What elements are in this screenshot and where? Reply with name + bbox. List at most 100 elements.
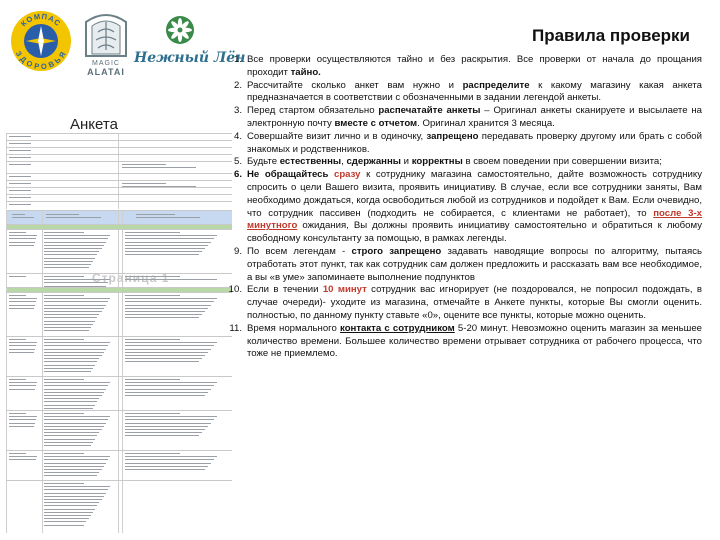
- thumbnail-cell-border: [6, 377, 7, 411]
- thumbnail-text-line: [9, 419, 36, 421]
- rule-number: 2.: [233, 79, 242, 91]
- thumbnail-text-line: [125, 391, 208, 393]
- thumbnail-cell-border: [122, 451, 123, 481]
- rule-number: 5.: [233, 156, 242, 168]
- thumbnail-text-line: [44, 515, 91, 516]
- rule-text-segment: контакта с сотрудником: [340, 322, 455, 334]
- thumbnail-text-line: [125, 422, 211, 424]
- thumbnail-text-line: [9, 453, 26, 454]
- thumbnail-text-line: [122, 164, 166, 165]
- rule-number: 1.: [233, 54, 242, 65]
- thumbnail-text-line: [44, 469, 102, 470]
- rule-text-segment: Время нормального: [247, 322, 341, 334]
- thumbnail-text-line: [9, 232, 26, 233]
- thumbnail-text-line: [44, 416, 111, 418]
- thumbnail-text-line: [125, 382, 217, 384]
- thumbnail-text-line: [44, 264, 91, 265]
- thumbnail-text-line: [44, 311, 102, 312]
- thumbnail-text-line: [44, 298, 111, 300]
- thumbnail-text-line: [125, 453, 180, 454]
- rule-item: 4. Совершайте визит лично и в одиночку, з…: [226, 131, 702, 157]
- thumbnail-text-line: [44, 453, 84, 454]
- thumbnail-text-line: [44, 327, 91, 328]
- rule-number: 9.: [233, 245, 242, 257]
- thumbnail-text-line: [9, 157, 31, 158]
- thumbnail-text-line: [125, 413, 180, 414]
- rule-text-segment: в своем поведении при совершении визита;: [462, 156, 662, 168]
- thumbnail-text-line: [44, 345, 109, 347]
- thumbnail-text-line: [125, 295, 180, 296]
- thumbnail-text-line: [44, 364, 96, 366]
- thumbnail-text-line: [44, 499, 102, 500]
- thumbnail-text-line: [125, 314, 202, 316]
- thumbnail-cell-border: [42, 230, 43, 274]
- thumbnail-text-line: [9, 425, 34, 427]
- thumbnail-text-line: [44, 518, 89, 520]
- thumbnail-cell-border: [6, 230, 7, 274]
- thumbnail-text-line: [125, 235, 217, 237]
- thumbnail-cell-border: [42, 411, 43, 451]
- thumbnail-text-line: [125, 317, 199, 319]
- thumbnail-text-line: [125, 276, 180, 277]
- thumbnail-cell-border: [118, 411, 119, 451]
- thumbnail-text-line: [122, 183, 166, 184]
- thumbnail-text-line: [9, 379, 26, 380]
- thumbnail-text-line: [125, 339, 180, 340]
- thumbnail-text-line: [44, 257, 96, 259]
- thumbnail-text-line: [9, 164, 31, 165]
- thumbnail-row: [6, 292, 232, 337]
- thumbnail-text-line: [9, 176, 31, 177]
- thumbnail-text-line: [9, 456, 37, 458]
- thumbnail-text-line: [44, 339, 84, 340]
- thumbnail-text-line: [125, 419, 214, 421]
- kompas-logo-graphic: КОМПАС ЗДОРОВЬЯ: [11, 11, 71, 71]
- thumbnail-text-line: [44, 475, 98, 477]
- rule-item: 3. Перед стартом обязательно распечатайте…: [226, 105, 702, 131]
- thumbnail-text-line: [44, 404, 96, 406]
- thumbnail-text-line: [44, 295, 84, 296]
- thumbnail-text-line: [44, 465, 104, 467]
- thumbnail-text-line: [9, 276, 26, 277]
- thumbnail-text-line: [125, 355, 205, 356]
- thumbnail-cell-border: [118, 337, 119, 377]
- len-logo-text: Нежный Лён: [134, 50, 246, 66]
- thumbnail-text-line: [125, 351, 208, 353]
- thumbnail-text-line: [9, 345, 36, 347]
- thumbnail-text-line: [44, 429, 102, 430]
- thumbnail-text-line: [44, 395, 102, 396]
- thumbnail-text-line: [44, 301, 109, 303]
- thumbnail-text-line: [12, 214, 26, 215]
- thumbnail-text-line: [125, 416, 217, 418]
- thumbnail-text-line: [44, 254, 98, 256]
- page-title: Правила проверки: [532, 26, 690, 45]
- rule-text-segment: Не обращайтесь: [247, 169, 334, 181]
- thumbnail-text-line: [44, 432, 100, 434]
- thumbnail-text-line: [9, 295, 26, 296]
- thumbnail-text-line: [125, 388, 211, 390]
- thumbnail-text-line: [44, 459, 109, 461]
- thumbnail-row: [6, 450, 232, 481]
- thumbnail-text-line: [44, 276, 84, 277]
- flax-flower-icon: [166, 16, 194, 44]
- thumbnail-text-line: [125, 358, 202, 360]
- thumbnail-cell-border: [6, 481, 7, 533]
- thumbnail-text-line: [44, 486, 111, 488]
- thumbnail-text-line: [44, 367, 93, 369]
- thumbnail-text-line: [9, 241, 35, 243]
- thumbnail-text-line: [9, 244, 34, 246]
- thumbnail-text-line: [125, 435, 199, 437]
- thumbnail-text-line: [125, 238, 214, 240]
- thumbnail-text-line: [44, 472, 100, 474]
- thumbnail-text-line: [44, 235, 111, 237]
- rule-text-segment: Совершайте визит лично и в одиночку,: [247, 130, 427, 142]
- thumbnail-text-line: [44, 244, 104, 246]
- thumbnail-cell-border: [6, 337, 7, 377]
- thumbnail-text-line: [125, 304, 211, 306]
- thumbnail-text-line: [44, 251, 100, 253]
- thumbnail-cell-border: [118, 202, 119, 209]
- thumbnail-text-line: [44, 330, 89, 332]
- magic-alatai-logo: MAGIC ALATAI: [82, 8, 130, 80]
- thumbnail-text-line: [125, 254, 199, 256]
- anketa-label: Анкета: [70, 116, 118, 133]
- thumbnail-cell-border: [118, 377, 119, 411]
